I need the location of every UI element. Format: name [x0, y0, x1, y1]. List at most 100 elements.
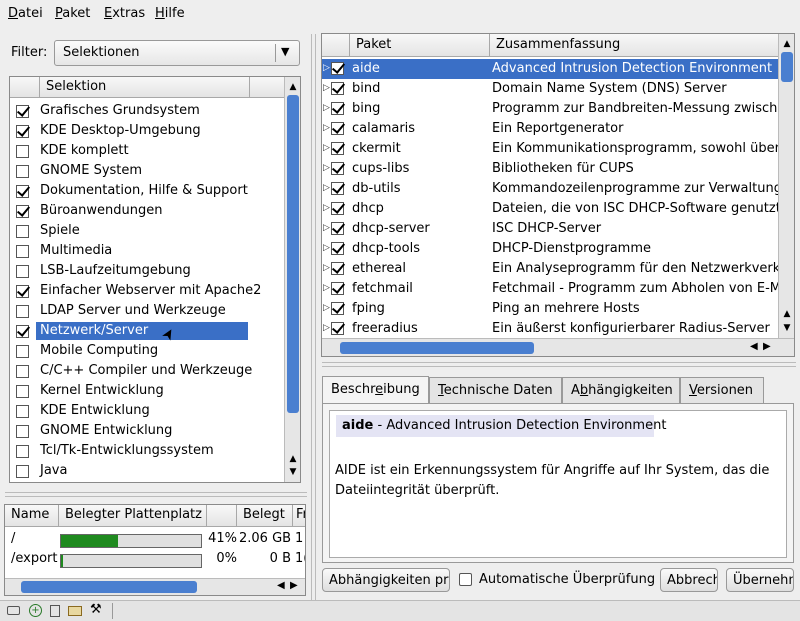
- accept-button[interactable]: Übernehmen: [726, 568, 794, 592]
- package-vscroll-thumb[interactable]: [781, 52, 793, 82]
- selection-checkbox[interactable]: [16, 205, 29, 218]
- package-checkbox[interactable]: [331, 102, 344, 115]
- package-row[interactable]: ▷ aide Advanced Intrusion Detection Enviro…: [322, 59, 778, 79]
- check-dependencies-button[interactable]: Abhängigkeiten prüfen: [322, 568, 450, 592]
- selection-scroll-thumb[interactable]: [287, 95, 299, 413]
- package-checkbox[interactable]: [331, 322, 344, 335]
- package-checkbox[interactable]: [331, 262, 344, 275]
- menu-hilfe[interactable]: Hilfe: [155, 6, 185, 21]
- selection-row[interactable]: Kernel Entwicklung: [10, 381, 250, 401]
- selection-checkbox[interactable]: [16, 225, 29, 238]
- selection-row[interactable]: KDE komplett: [10, 141, 250, 161]
- package-header-summary[interactable]: Zusammenfassung: [490, 34, 780, 57]
- disk-header-free[interactable]: Fr: [293, 505, 305, 527]
- package-row[interactable]: ▷ calamaris Ein Reportgenerator: [322, 119, 778, 139]
- left-splitter[interactable]: [5, 492, 307, 497]
- selection-checkbox[interactable]: [16, 125, 29, 138]
- selection-checkbox[interactable]: [16, 265, 29, 278]
- package-row[interactable]: ▷ bing Programm zur Bandbreiten-Messung zw…: [322, 99, 778, 119]
- tab-beschreibung[interactable]: Beschreibung: [322, 376, 429, 404]
- scroll-left-icon[interactable]: ◀: [750, 341, 758, 352]
- disk-header-usage[interactable]: Belegter Plattenplatz: [59, 505, 207, 527]
- selection-checkbox[interactable]: [16, 465, 29, 478]
- tab-versionen[interactable]: Versionen: [680, 377, 764, 403]
- selection-checkbox[interactable]: [16, 245, 29, 258]
- selection-row[interactable]: Büroanwendungen: [10, 201, 250, 221]
- selection-row[interactable]: Tcl/Tk-Entwicklungssystem: [10, 441, 250, 461]
- selection-row[interactable]: Spiele: [10, 221, 250, 241]
- scroll-up-icon[interactable]: ▲: [780, 38, 794, 50]
- selection-row[interactable]: GNOME System: [10, 161, 250, 181]
- selection-row[interactable]: Einfacher Webserver mit Apache2: [10, 281, 261, 301]
- package-checkbox[interactable]: [331, 182, 344, 195]
- package-hscrollbar[interactable]: ◀ ▶: [322, 338, 794, 356]
- package-checkbox[interactable]: [331, 202, 344, 215]
- disk-header-name[interactable]: Name: [5, 505, 59, 527]
- selection-header[interactable]: Selektion: [40, 77, 250, 98]
- package-row[interactable]: ▷ cups-libs Bibliotheken für CUPS: [322, 159, 778, 179]
- scroll-left-icon[interactable]: ◀: [277, 580, 285, 591]
- package-row[interactable]: ▷ fetchmail Fetchmail - Programm zum Abhol…: [322, 279, 778, 299]
- selection-scrollbar[interactable]: ▲ ▲ ▼: [284, 77, 300, 482]
- package-row[interactable]: ▷ freeradius Ein äußerst konfigurierbarer …: [322, 319, 778, 339]
- selection-row[interactable]: Netzwerk/Server ➤: [10, 321, 250, 344]
- selection-row[interactable]: LDAP Server und Werkzeuge: [10, 301, 250, 321]
- scroll-up-icon[interactable]: ▲: [286, 453, 300, 465]
- package-checkbox[interactable]: [331, 242, 344, 255]
- scroll-right-icon[interactable]: ▶: [763, 341, 771, 352]
- auto-check-checkbox[interactable]: [459, 573, 472, 586]
- selection-checkbox[interactable]: [16, 185, 29, 198]
- package-checkbox[interactable]: [331, 122, 344, 135]
- selection-checkbox[interactable]: [16, 385, 29, 398]
- package-checkbox[interactable]: [331, 142, 344, 155]
- tab-technische-daten[interactable]: Technische Daten: [429, 377, 562, 403]
- right-splitter[interactable]: [322, 362, 796, 367]
- selection-row[interactable]: KDE Entwicklung: [10, 401, 250, 421]
- menu-extras[interactable]: Extras: [104, 6, 145, 21]
- selection-checkbox[interactable]: [16, 345, 29, 358]
- selection-checkbox[interactable]: [16, 365, 29, 378]
- package-checkbox[interactable]: [331, 62, 344, 75]
- cancel-button[interactable]: Abbrechen: [660, 568, 718, 592]
- selection-row[interactable]: LSB-Laufzeitumgebung: [10, 261, 250, 281]
- selection-row[interactable]: Multimedia: [10, 241, 250, 261]
- selection-row[interactable]: Mobile Computing: [10, 341, 250, 361]
- package-row[interactable]: ▷ ckermit Ein Kommunikationsprogramm, sowo…: [322, 139, 778, 159]
- selection-checkbox[interactable]: [16, 165, 29, 178]
- selection-row[interactable]: Dokumentation, Hilfe & Support: [10, 181, 250, 201]
- package-row[interactable]: ▷ db-utils Kommandozeilenprogramme zur Ver…: [322, 179, 778, 199]
- selection-checkbox[interactable]: [16, 445, 29, 458]
- selection-row[interactable]: GNOME Entwicklung: [10, 421, 250, 441]
- package-row[interactable]: ▷ dhcp-tools DHCP-Dienstprogramme: [322, 239, 778, 259]
- disk-hscrollbar[interactable]: ◀ ▶: [5, 578, 305, 595]
- selection-row[interactable]: KDE Desktop-Umgebung: [10, 121, 250, 141]
- scroll-down-icon[interactable]: ▼: [286, 466, 300, 478]
- selection-checkbox[interactable]: [16, 325, 29, 338]
- selection-row[interactable]: C/C++ Compiler und Werkzeuge: [10, 361, 252, 381]
- selection-checkbox[interactable]: [16, 145, 29, 158]
- package-row[interactable]: ▷ dhcp Dateien, die von ISC DHCP-Software …: [322, 199, 778, 219]
- package-checkbox[interactable]: [331, 222, 344, 235]
- package-checkbox[interactable]: [331, 302, 344, 315]
- disk-scroll-thumb[interactable]: [21, 581, 197, 593]
- disk-header-used[interactable]: Belegt: [237, 505, 293, 527]
- package-checkbox[interactable]: [331, 282, 344, 295]
- filter-select[interactable]: Selektionen ▼: [54, 40, 300, 66]
- selection-row[interactable]: Grafisches Grundsystem: [10, 101, 250, 121]
- selection-row[interactable]: Java: [10, 461, 250, 481]
- scroll-down-icon[interactable]: ▼: [780, 322, 794, 334]
- package-row[interactable]: ▷ bind Domain Name System (DNS) Server: [322, 79, 778, 99]
- scroll-right-icon[interactable]: ▶: [290, 580, 298, 591]
- selection-checkbox[interactable]: [16, 105, 29, 118]
- menu-paket[interactable]: Paket: [55, 6, 90, 21]
- selection-checkbox[interactable]: [16, 405, 29, 418]
- package-checkbox[interactable]: [331, 162, 344, 175]
- scroll-up-icon[interactable]: ▲: [286, 81, 300, 93]
- scroll-up-icon[interactable]: ▲: [780, 308, 794, 320]
- package-vscrollbar[interactable]: ▲ ▲ ▼: [778, 34, 794, 338]
- package-header-name[interactable]: Paket: [350, 34, 490, 57]
- tab-abhaengigkeiten[interactable]: Abhängigkeiten: [562, 377, 680, 403]
- package-row[interactable]: ▷ ethereal Ein Analyseprogramm für den Net…: [322, 259, 778, 279]
- package-hscroll-thumb[interactable]: [340, 342, 534, 354]
- menu-datei[interactable]: Datei: [8, 6, 43, 21]
